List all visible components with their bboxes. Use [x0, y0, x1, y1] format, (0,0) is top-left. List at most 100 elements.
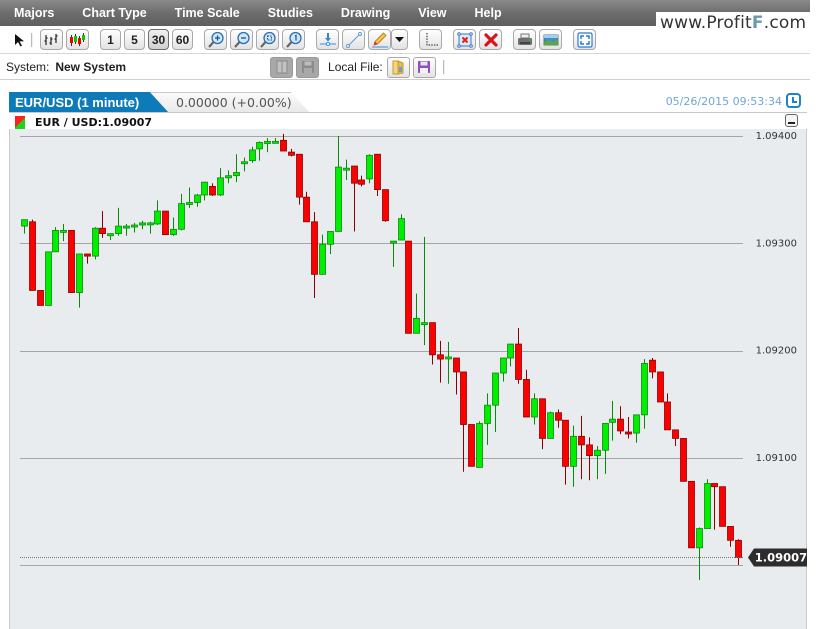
candle	[562, 419, 569, 485]
candle	[539, 398, 546, 450]
candle-body	[539, 398, 546, 439]
candle-body	[711, 483, 718, 488]
candle	[476, 421, 483, 468]
candle	[657, 371, 664, 403]
candle-body	[327, 231, 334, 245]
candle	[649, 358, 656, 379]
candle-body	[162, 210, 169, 236]
candle	[500, 357, 507, 382]
y-tick-label: 1.09400	[756, 131, 797, 142]
candle	[382, 189, 389, 222]
candle-body	[484, 404, 491, 424]
candle	[311, 212, 318, 298]
candle	[492, 372, 499, 433]
candle	[68, 229, 75, 293]
candle	[29, 219, 36, 291]
candle-body	[76, 253, 83, 293]
candle	[523, 369, 530, 418]
y-tick-label: 1.09100	[756, 453, 797, 464]
candle-body	[735, 539, 742, 558]
candle-body	[453, 357, 460, 373]
candle-body	[225, 175, 232, 179]
candle-body	[194, 194, 201, 203]
candle	[272, 138, 279, 144]
candle-body	[303, 196, 310, 223]
candle-body	[500, 357, 507, 374]
candle	[547, 411, 554, 439]
candle-body	[696, 528, 703, 549]
candle	[531, 393, 538, 425]
candle	[390, 240, 397, 267]
candle	[37, 290, 44, 306]
candle	[453, 357, 460, 395]
candle-body	[633, 414, 640, 434]
candle	[21, 219, 28, 234]
candle	[209, 183, 216, 197]
candle-body	[319, 243, 326, 275]
candle	[201, 181, 208, 201]
candle-body	[421, 322, 428, 326]
candle-body	[547, 412, 554, 439]
candle-body	[719, 486, 726, 527]
candle-body	[374, 153, 381, 191]
candle-body	[123, 225, 130, 229]
candle	[296, 153, 303, 205]
candle	[241, 157, 248, 172]
candle-body	[562, 419, 569, 467]
candle	[45, 251, 52, 306]
candle	[249, 146, 256, 163]
candle	[335, 136, 342, 232]
candle	[139, 220, 146, 230]
candle-body	[209, 186, 216, 196]
candle	[609, 400, 616, 441]
candle	[633, 414, 640, 443]
candle	[351, 165, 358, 232]
candle-body	[256, 142, 263, 150]
candle	[233, 154, 240, 183]
candle	[429, 322, 436, 365]
candle-body	[107, 233, 114, 237]
candle	[107, 233, 114, 241]
candle	[421, 236, 428, 346]
candle	[413, 293, 420, 334]
candle	[680, 438, 687, 482]
candle	[664, 393, 671, 431]
candle	[99, 211, 106, 238]
candle-body	[523, 379, 530, 418]
candle-body	[680, 438, 687, 482]
candle-body	[492, 372, 499, 406]
candle-body	[555, 412, 562, 421]
candle-body	[468, 424, 475, 467]
candle-body	[264, 140, 271, 144]
candle	[178, 193, 185, 231]
candle-body	[358, 179, 365, 185]
candle	[52, 227, 59, 253]
candle-body	[570, 435, 577, 467]
candle-body	[311, 221, 318, 275]
candle	[358, 175, 365, 187]
y-tick-label: 1.09200	[756, 346, 797, 357]
candle-body	[351, 165, 358, 184]
candle	[327, 231, 334, 254]
candle-body	[272, 140, 279, 144]
candle	[303, 191, 310, 223]
candle-body	[147, 222, 154, 226]
candle	[186, 187, 193, 208]
candle	[76, 253, 83, 308]
candle-body	[115, 225, 122, 234]
candle-body	[704, 483, 711, 529]
candle	[92, 227, 99, 260]
candlestick-chart[interactable]: 1.09400 1.09300 1.09200 1.09100 1.09007	[0, 0, 822, 629]
candle	[555, 409, 562, 428]
candle-body	[664, 401, 671, 431]
candle	[719, 486, 726, 527]
candle-body	[672, 429, 679, 439]
candle-body	[578, 435, 585, 446]
candle	[437, 340, 444, 383]
candle	[217, 168, 224, 197]
candle-body	[343, 167, 350, 171]
candle-body	[625, 431, 632, 435]
candle-body	[178, 203, 185, 230]
last-price-label: 1.09007	[755, 551, 807, 565]
candle	[162, 210, 169, 236]
